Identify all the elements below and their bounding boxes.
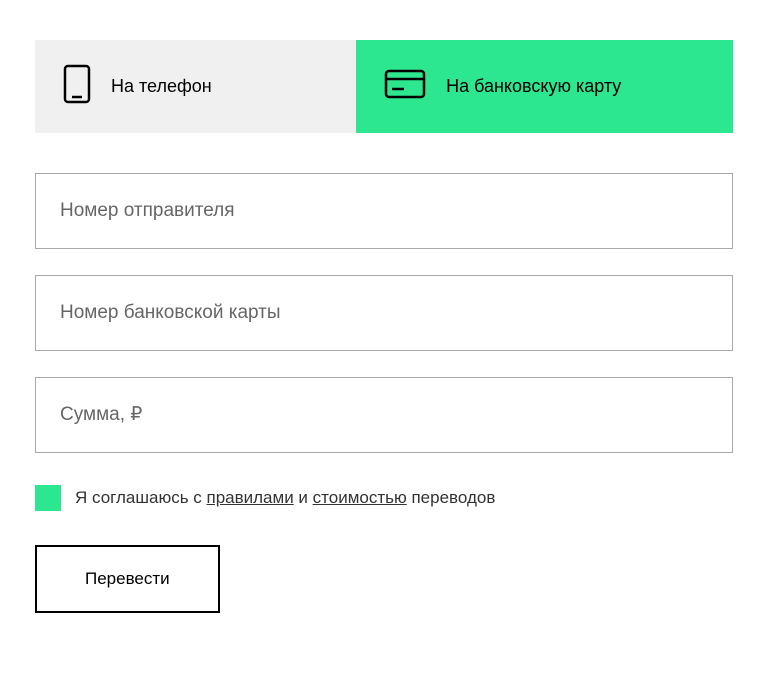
cost-link[interactable]: стоимостью <box>313 488 407 507</box>
sender-number-input[interactable] <box>35 173 733 249</box>
tab-to-phone[interactable]: На телефон <box>35 40 356 133</box>
submit-button[interactable]: Перевести <box>35 545 220 613</box>
consent-suffix: переводов <box>407 488 496 507</box>
card-icon <box>384 69 426 104</box>
consent-prefix: Я соглашаюсь с <box>75 488 207 507</box>
consent-text: Я соглашаюсь с правилами и стоимостью пе… <box>75 488 495 508</box>
consent-and: и <box>294 488 313 507</box>
consent-row: Я соглашаюсь с правилами и стоимостью пе… <box>35 485 733 511</box>
amount-input[interactable] <box>35 377 733 453</box>
rules-link[interactable]: правилами <box>207 488 294 507</box>
tab-phone-label: На телефон <box>111 75 212 98</box>
transfer-type-tabs: На телефон На банковскую карту <box>35 40 733 133</box>
phone-icon <box>63 64 91 109</box>
tab-card-label: На банковскую карту <box>446 75 621 98</box>
card-number-input[interactable] <box>35 275 733 351</box>
consent-checkbox[interactable] <box>35 485 61 511</box>
tab-to-card[interactable]: На банковскую карту <box>356 40 733 133</box>
